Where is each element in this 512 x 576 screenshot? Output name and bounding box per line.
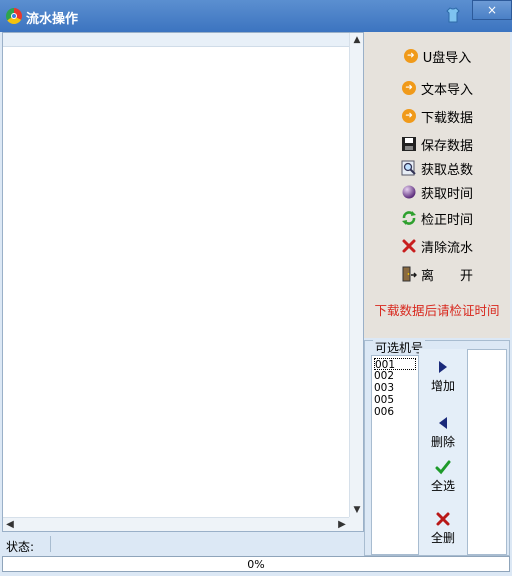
status-divider <box>50 536 51 552</box>
orange-arrow-icon: ➜ <box>401 108 417 124</box>
list-item[interactable]: 005 <box>374 394 416 406</box>
status-bar: 状态: <box>2 534 364 554</box>
red-x-icon <box>402 239 416 253</box>
delete-all-label: 全删 <box>430 531 455 545</box>
download-data-label: 下载数据 <box>420 110 473 126</box>
app-logo-icon <box>6 8 22 24</box>
orange-arrow-icon: ➜ <box>403 48 419 64</box>
add-machine-button[interactable]: 增加 <box>419 355 467 407</box>
save-data-button[interactable]: 保存数据 <box>364 132 510 156</box>
list-item[interactable]: 002 <box>374 370 416 382</box>
scroll-right-arrow-icon[interactable]: ▶ <box>335 518 349 532</box>
horizontal-scrollbar[interactable]: ◀ ▶ <box>3 517 349 531</box>
exit-door-icon <box>402 266 417 282</box>
triangle-right-icon <box>439 361 447 373</box>
add-machine-label: 增加 <box>430 379 455 393</box>
exit-label: 离 开 <box>420 268 473 284</box>
scroll-down-arrow-icon[interactable]: ▼ <box>350 503 364 517</box>
machine-buttons: 增加 删除 全选 全删 <box>419 349 467 555</box>
clear-records-button[interactable]: 清除流水 <box>364 234 510 258</box>
machine-list[interactable]: 001 002 003 005 006 <box>371 355 419 555</box>
close-button[interactable]: × <box>472 0 512 20</box>
magnifier-icon <box>401 160 416 176</box>
scroll-left-arrow-icon[interactable]: ◀ <box>3 518 17 532</box>
save-data-label: 保存数据 <box>420 138 473 154</box>
scroll-corner <box>349 517 363 531</box>
calibrate-time-label: 检正时间 <box>420 212 473 228</box>
text-import-button[interactable]: ➜ 文本导入 <box>364 76 510 100</box>
action-panel: ➜ U盘导入 ➜ 文本导入 ➜ 下载数据 保存数据 获取总数 获取时间 检正时间 <box>364 32 510 338</box>
text-import-label: 文本导入 <box>420 82 473 98</box>
delete-all-button[interactable]: 全删 <box>419 507 467 559</box>
machine-group: 可选机号 001 002 003 005 006 增加 删除 全选 全删 <box>364 339 510 556</box>
title-bar: 流水操作 × <box>0 0 512 32</box>
window-title: 流水操作 <box>26 12 79 27</box>
get-time-button[interactable]: 获取时间 <box>364 180 510 204</box>
list-item[interactable]: 001 <box>374 358 416 371</box>
get-total-button[interactable]: 获取总数 <box>364 156 510 180</box>
triangle-left-icon <box>439 417 447 429</box>
list-item[interactable]: 003 <box>374 382 416 394</box>
get-total-label: 获取总数 <box>420 162 473 178</box>
select-all-button[interactable]: 全选 <box>419 455 467 507</box>
exit-button[interactable]: 离 开 <box>364 262 510 286</box>
list-item[interactable]: 006 <box>374 406 416 418</box>
skin-tshirt-icon[interactable] <box>444 6 462 24</box>
progress-text: 0% <box>247 558 265 571</box>
download-notice: 下载数据后请检证时间 <box>374 303 500 318</box>
purple-ball-icon <box>402 185 416 199</box>
select-all-label: 全选 <box>430 479 455 493</box>
machine-group-title: 可选机号 <box>373 339 426 356</box>
scroll-up-arrow-icon[interactable]: ▲ <box>350 33 364 47</box>
remove-machine-label: 删除 <box>430 435 455 449</box>
download-data-button[interactable]: ➜ 下载数据 <box>364 104 510 128</box>
red-x-icon <box>436 512 450 526</box>
green-check-icon <box>435 460 451 475</box>
orange-arrow-icon: ➜ <box>401 80 417 96</box>
log-header <box>3 33 349 47</box>
log-list[interactable]: ▲ ▼ ◀ ▶ <box>2 32 364 532</box>
refresh-icon <box>401 211 416 225</box>
usb-import-button[interactable]: ➜ U盘导入 <box>364 44 510 68</box>
floppy-disk-icon <box>401 137 416 151</box>
selected-machine-list[interactable] <box>467 349 507 555</box>
status-label: 状态: <box>6 540 35 554</box>
get-time-label: 获取时间 <box>420 186 473 202</box>
usb-import-label: U盘导入 <box>422 50 472 66</box>
calibrate-time-button[interactable]: 检正时间 <box>364 206 510 230</box>
vertical-scrollbar[interactable]: ▲ ▼ <box>349 33 363 517</box>
clear-records-label: 清除流水 <box>420 240 473 256</box>
